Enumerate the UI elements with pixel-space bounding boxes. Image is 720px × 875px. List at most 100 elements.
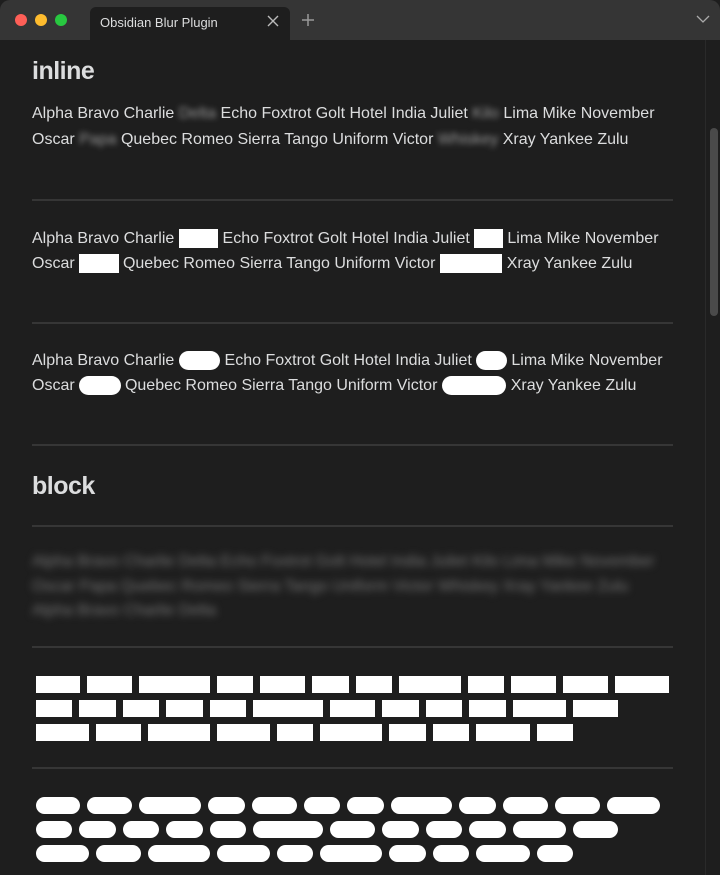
redaction-pill: [607, 797, 660, 814]
plus-icon[interactable]: [300, 12, 316, 28]
redaction-box: [426, 700, 462, 717]
redacted-block-rounded[interactable]: [36, 797, 676, 869]
zoom-window-button[interactable]: [55, 14, 67, 26]
blurred-word[interactable]: Whiskey: [438, 131, 498, 148]
redaction-pill: [555, 797, 600, 814]
scrollbar-thumb[interactable]: [710, 128, 718, 316]
divider: [32, 444, 673, 446]
redaction-box: [79, 700, 116, 717]
divider: [32, 322, 673, 324]
text: Echo Foxtrot Golt Hotel India Juliet: [216, 105, 473, 122]
redaction-box: [210, 700, 246, 717]
redaction-pill: [148, 845, 210, 862]
redacted-pill[interactable]: Delta: [178, 351, 221, 370]
divider: [32, 767, 673, 769]
redacted-pill[interactable]: Whiskey: [441, 375, 507, 395]
heading-block: block: [32, 472, 95, 500]
redaction-pill: [166, 821, 203, 838]
paragraph-inline-rounded: Alpha Bravo Charlie Delta Echo Foxtrot G…: [32, 349, 673, 398]
text: Alpha Bravo Charlie: [32, 230, 179, 247]
redacted-rectangle[interactable]: Delta: [178, 229, 219, 248]
text: Xray Yankee Zulu: [498, 130, 629, 148]
redaction-pill: [320, 845, 382, 862]
redaction-pill: [36, 797, 80, 814]
redacted-block-rectangles[interactable]: [36, 676, 676, 748]
text: Quebec Romeo Sierra Tango Uniform Victor: [116, 130, 438, 148]
divider: [32, 525, 673, 527]
blurred-word[interactable]: Delta: [179, 105, 216, 122]
redaction-pill: [253, 821, 323, 838]
minimize-window-button[interactable]: [35, 14, 47, 26]
redaction-row: [36, 676, 676, 693]
redaction-box: [511, 676, 556, 693]
tab-obsidian-blur-plugin[interactable]: Obsidian Blur Plugin: [90, 7, 290, 40]
redaction-box: [469, 700, 506, 717]
redaction-box: [139, 676, 210, 693]
text: Xray Yankee Zulu: [502, 254, 633, 272]
paragraph-inline-rectangle: Alpha Bravo Charlie Delta Echo Foxtrot G…: [32, 227, 673, 276]
redaction-pill: [252, 797, 297, 814]
redaction-box: [148, 724, 210, 741]
redacted-pill[interactable]: Kilo: [476, 351, 507, 370]
redaction-row: [36, 845, 676, 862]
text: Quebec Romeo Sierra Tango Uniform Victor: [120, 376, 442, 394]
redaction-box: [476, 724, 530, 741]
redaction-box: [36, 700, 72, 717]
redaction-pill: [391, 797, 452, 814]
text: Alpha Bravo Charlie: [32, 105, 179, 122]
redaction-pill: [382, 821, 419, 838]
close-icon[interactable]: [265, 13, 281, 29]
redaction-pill: [36, 845, 89, 862]
redaction-box: [217, 676, 253, 693]
redaction-pill: [503, 797, 548, 814]
tab-title: Obsidian Blur Plugin: [100, 15, 218, 30]
redaction-pill: [123, 821, 159, 838]
scrollbar[interactable]: [705, 40, 720, 875]
redaction-box: [563, 676, 608, 693]
redaction-pill: [330, 821, 375, 838]
redaction-pill: [426, 821, 462, 838]
redaction-row: [36, 724, 676, 741]
redaction-row: [36, 821, 676, 838]
redaction-pill: [476, 845, 530, 862]
redacted-pill[interactable]: Papa: [79, 375, 121, 395]
redaction-pill: [537, 845, 573, 862]
redaction-pill: [347, 797, 384, 814]
text: Xray Yankee Zulu: [506, 376, 637, 394]
redaction-pill: [139, 797, 201, 814]
blurred-block-paragraph[interactable]: Alpha Bravo Charlie Delta Echo Foxtrot G…: [32, 550, 662, 624]
blurred-word[interactable]: Papa: [79, 131, 116, 148]
redaction-box: [573, 700, 618, 717]
text: Echo Foxtrot Golt Hotel India Juliet: [220, 352, 477, 369]
redaction-pill: [433, 845, 469, 862]
redaction-pill: [208, 797, 245, 814]
redaction-box: [356, 676, 392, 693]
redaction-box: [312, 676, 349, 693]
redaction-box: [468, 676, 504, 693]
redaction-box: [399, 676, 461, 693]
redaction-box: [36, 676, 80, 693]
redaction-box: [260, 676, 305, 693]
redaction-box: [87, 676, 132, 693]
chevron-down-icon[interactable]: [696, 14, 710, 24]
redacted-rectangle[interactable]: Papa: [79, 253, 119, 273]
redaction-box: [433, 724, 469, 741]
redaction-box: [382, 700, 419, 717]
close-window-button[interactable]: [15, 14, 27, 26]
text: Quebec Romeo Sierra Tango Uniform Victor: [118, 254, 440, 272]
redaction-pill: [87, 797, 132, 814]
redaction-box: [615, 676, 669, 693]
redacted-rectangle[interactable]: Kilo: [474, 229, 503, 248]
redaction-box: [253, 700, 323, 717]
redaction-pill: [459, 797, 496, 814]
title-bar: Obsidian Blur Plugin: [0, 0, 720, 40]
redaction-box: [330, 700, 375, 717]
redaction-row: [36, 700, 676, 717]
redaction-pill: [36, 821, 72, 838]
redaction-box: [96, 724, 141, 741]
divider: [32, 646, 673, 648]
redacted-rectangle[interactable]: Whiskey: [439, 253, 503, 273]
blurred-word[interactable]: Kilo: [472, 105, 499, 122]
paragraph-inline-blur: Alpha Bravo Charlie Delta Echo Foxtrot G…: [32, 101, 673, 152]
redaction-pill: [96, 845, 141, 862]
